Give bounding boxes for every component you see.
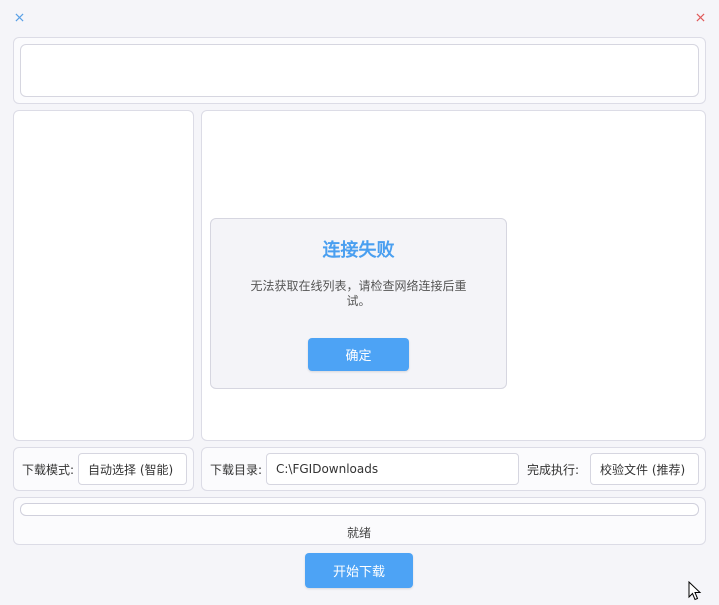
close-icon[interactable] xyxy=(692,9,708,25)
error-dialog: 连接失败 无法获取在线列表，请检查网络连接后重试。 确定 xyxy=(210,218,507,389)
app-window: 连接失败 无法获取在线列表，请检查网络连接后重试。 确定 下载模式: 自动选择 … xyxy=(0,0,719,605)
directory-label: 下载目录: xyxy=(210,463,263,477)
close-icon[interactable] xyxy=(11,9,27,25)
progress-bar xyxy=(20,503,699,516)
directory-panel: 下载目录: C:\FGIDownloads 完成执行: 校验文件 (推荐) xyxy=(201,447,706,491)
ok-button[interactable]: 确定 xyxy=(308,338,409,371)
dialog-message: 无法获取在线列表，请检查网络连接后重试。 xyxy=(250,279,467,308)
directory-input[interactable]: C:\FGIDownloads xyxy=(266,453,519,485)
mode-select[interactable]: 自动选择 (智能) xyxy=(78,453,187,485)
dialog-title: 连接失败 xyxy=(322,240,395,261)
status-text: 就绪 xyxy=(346,526,371,540)
after-complete-select[interactable]: 校验文件 (推荐) xyxy=(590,453,699,485)
mode-panel: 下载模式: 自动选择 (智能) xyxy=(13,447,194,491)
mouse-cursor-icon xyxy=(688,581,702,601)
start-download-button[interactable]: 开始下载 xyxy=(305,553,413,588)
after-complete-label: 完成执行: xyxy=(527,463,580,477)
search-panel xyxy=(13,37,706,104)
mode-label: 下载模式: xyxy=(22,463,75,477)
search-input[interactable] xyxy=(20,44,699,97)
category-list-panel[interactable] xyxy=(13,110,194,441)
